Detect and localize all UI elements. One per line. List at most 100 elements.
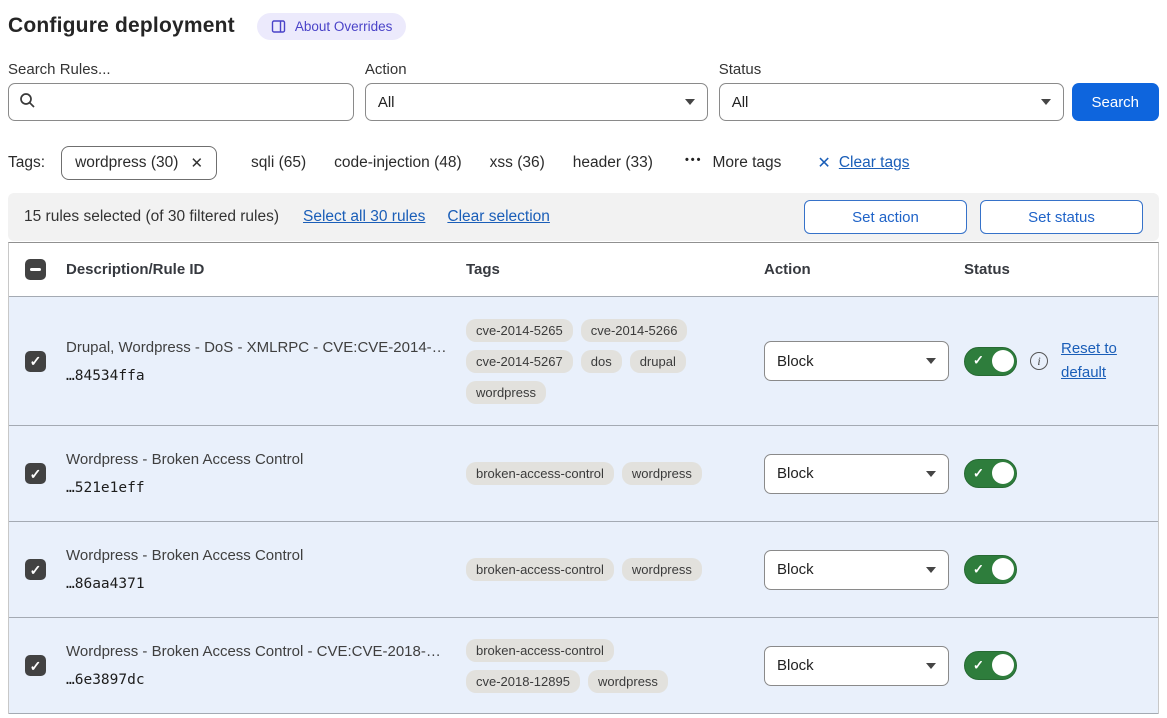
clear-tags-label: Clear tags [839,154,910,172]
tag-pill: broken-access-control [466,639,614,662]
close-icon[interactable]: ✕ [190,154,203,172]
rule-tags: cve-2014-5265 cve-2014-5266 cve-2014-5267 d… [457,319,722,404]
set-status-button[interactable]: Set status [980,200,1143,234]
tags-bar: Tags: wordpress (30) ✕ sqli (65) code-in… [8,145,1159,181]
rule-action-select[interactable]: Block [764,550,949,590]
tag-pill: wordpress [466,381,546,404]
check-icon: ✓ [30,659,42,673]
check-icon: ✓ [30,354,42,368]
rule-action-select[interactable]: Block [764,646,949,686]
selection-bar: 15 rules selected (of 30 filtered rules)… [8,193,1159,241]
tag-pill: broken-access-control [466,558,614,581]
tag-option-sqli[interactable]: sqli (65) [251,154,306,172]
tag-option-header[interactable]: header (33) [573,154,653,172]
selected-tag-wordpress[interactable]: wordpress (30) ✕ [61,146,217,180]
search-button[interactable]: Search [1072,83,1159,121]
toggle-knob [992,654,1014,676]
set-action-button[interactable]: Set action [804,200,967,234]
tag-pill: cve-2018-12895 [466,670,580,693]
more-tags-label: More tags [713,154,782,172]
tag-pill: dos [581,350,622,373]
tag-pill: cve-2014-5266 [581,319,688,342]
tag-option-code-injection[interactable]: code-injection (48) [334,154,462,172]
reset-to-default-link[interactable]: Reset to default [1061,337,1125,385]
chevron-down-icon [1041,99,1051,105]
status-toggle[interactable]: ✓ [964,459,1017,488]
rule-action-value: Block [777,657,814,674]
chevron-down-icon [926,663,936,669]
table-row: ✓ Wordpress - Broken Access Control …521… [9,426,1158,522]
table-row: ✓ Wordpress - Broken Access Control - CV… [9,618,1158,714]
check-icon: ✓ [30,467,42,481]
tag-option-xss[interactable]: xss (36) [490,154,545,172]
more-tags-button[interactable]: ••• More tags [685,154,781,172]
status-filter-label: Status [719,61,1064,78]
select-all-checkbox[interactable] [25,259,46,280]
rule-id: …521e1eff [66,480,457,496]
check-icon: ✓ [973,465,984,481]
selected-tag-label: wordpress (30) [75,154,178,172]
toggle-knob [992,558,1014,580]
tags-label: Tags: [8,154,45,172]
search-rules-field[interactable] [8,83,354,121]
selection-summary: 15 rules selected (of 30 filtered rules) [24,208,279,226]
page-header: Configure deployment About Overrides [8,10,1159,42]
rule-tags: broken-access-control wordpress [457,558,722,581]
table-header-row: Description/Rule ID Tags Action Status [9,243,1158,297]
ellipsis-icon: ••• [685,154,703,166]
search-input[interactable] [44,84,343,120]
select-all-rules-link[interactable]: Select all 30 rules [303,208,425,226]
table-row: ✓ Wordpress - Broken Access Control …86a… [9,522,1158,618]
rule-id: …6e3897dc [66,672,457,688]
chevron-down-icon [926,358,936,364]
close-icon: ✕ [817,153,830,173]
rule-action-value: Block [777,353,814,370]
tag-pill: broken-access-control [466,462,614,485]
filters-row: Search Rules... Action All Status All Se… [8,61,1159,121]
row-checkbox[interactable]: ✓ [25,463,46,484]
toggle-knob [992,462,1014,484]
info-icon[interactable]: i [1030,352,1048,370]
chevron-down-icon [926,567,936,573]
about-overrides-badge[interactable]: About Overrides [257,13,407,40]
tag-pill: cve-2014-5267 [466,350,573,373]
tag-pill: drupal [630,350,686,373]
rule-tags: broken-access-control wordpress [457,462,722,485]
check-icon: ✓ [973,657,984,673]
rule-description: Wordpress - Broken Access Control [66,451,457,468]
table-row: ✓ Drupal, Wordpress - DoS - XMLRPC - CVE… [9,297,1158,426]
minus-icon [30,268,41,271]
action-filter-label: Action [365,61,708,78]
column-header-status: Status [955,261,1158,278]
rule-id: …84534ffa [66,368,457,384]
tag-pill: cve-2014-5265 [466,319,573,342]
status-toggle[interactable]: ✓ [964,555,1017,584]
status-filter-select[interactable]: All [719,83,1064,121]
rule-action-select[interactable]: Block [764,341,949,381]
action-filter-select[interactable]: All [365,83,708,121]
clear-tags-link[interactable]: ✕ Clear tags [817,153,909,173]
row-checkbox[interactable]: ✓ [25,655,46,676]
table-body: ✓ Drupal, Wordpress - DoS - XMLRPC - CVE… [9,297,1158,714]
about-overrides-label: About Overrides [295,19,393,34]
status-toggle[interactable]: ✓ [964,347,1017,376]
column-header-tags: Tags [457,261,755,278]
search-icon [19,92,36,113]
status-toggle[interactable]: ✓ [964,651,1017,680]
clear-selection-link[interactable]: Clear selection [447,208,550,226]
rules-table: Description/Rule ID Tags Action Status ✓… [8,242,1159,714]
rule-action-value: Block [777,465,814,482]
tag-pill: wordpress [622,558,702,581]
rule-action-value: Block [777,561,814,578]
row-checkbox[interactable]: ✓ [25,559,46,580]
tag-pill: wordpress [588,670,668,693]
tag-pill: wordpress [622,462,702,485]
page-title: Configure deployment [8,14,235,38]
chevron-down-icon [926,471,936,477]
row-checkbox[interactable]: ✓ [25,351,46,372]
rule-tags: broken-access-control cve-2018-12895 wordp… [457,639,722,693]
check-icon: ✓ [973,353,984,369]
search-rules-label: Search Rules... [8,61,354,78]
check-icon: ✓ [30,563,42,577]
rule-action-select[interactable]: Block [764,454,949,494]
